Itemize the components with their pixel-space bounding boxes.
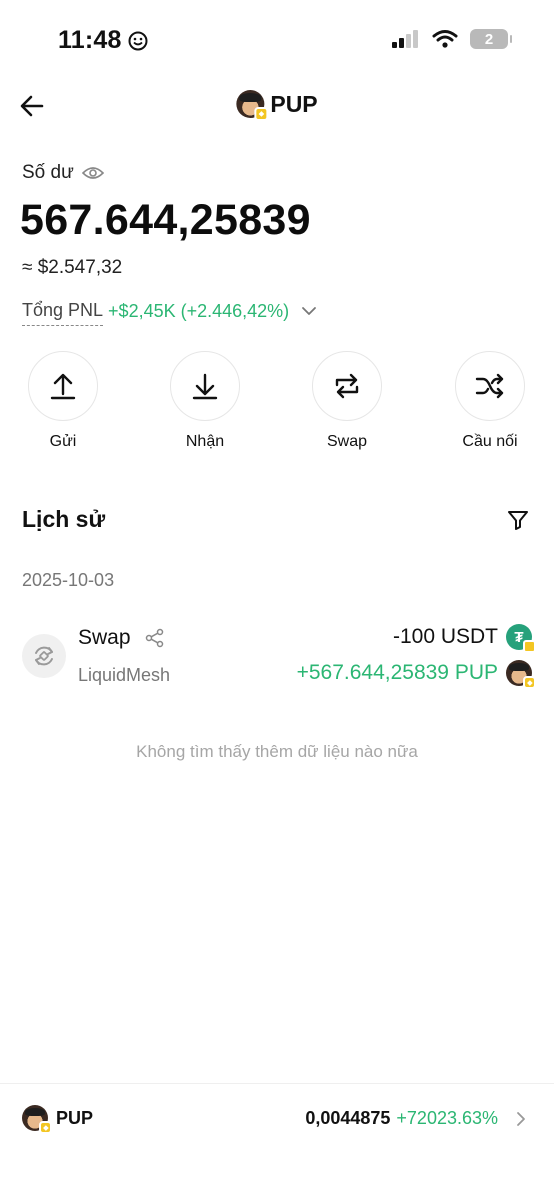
balance-label: Số dư [22, 162, 74, 183]
swap-button[interactable]: Swap [292, 351, 402, 451]
balance-usd: ≈ $2.547,32 [22, 257, 123, 278]
filter-icon[interactable] [506, 508, 530, 532]
token-title: PUP [236, 90, 318, 121]
chevron-right-icon[interactable] [514, 1111, 528, 1127]
bridge-label: Cầu nối [462, 433, 518, 450]
transaction-out: -100 USDT ₮ [392, 624, 536, 653]
swap-icon [335, 373, 359, 399]
swap-circle-icon [35, 646, 53, 666]
eye-icon[interactable] [81, 165, 104, 181]
history-date: 2025-10-03 [22, 570, 115, 590]
transaction-row[interactable]: Swap LiquidMesh -100 USDT ₮ +567.644,258… [0, 620, 554, 692]
clock-text: 11:48 [58, 26, 122, 54]
status-time: 11:48 [58, 26, 148, 55]
back-arrow-icon[interactable] [18, 92, 46, 120]
pup-token-icon [236, 90, 269, 121]
page-title: PUP [270, 90, 318, 117]
in-amount: +567.644,25839 PUP [296, 661, 498, 684]
battery-level: 2 [484, 30, 494, 48]
chain-badge-icon [523, 640, 536, 653]
send-label: Gửi [49, 433, 77, 450]
receive-button[interactable]: Nhận [150, 351, 260, 451]
bridge-circle[interactable] [455, 351, 525, 421]
out-amount: -100 USDT [392, 625, 498, 648]
balance-label-row: Số dư [22, 162, 104, 184]
no-more-data-text: Không tìm thấy thêm dữ liệu nào nữa [136, 742, 418, 761]
chain-badge-icon [523, 676, 536, 689]
bottom-price: 0,0044875 +72023.63% [305, 1108, 528, 1129]
chain-badge-icon [39, 1121, 52, 1134]
transaction-in: +567.644,25839 PUP [296, 660, 536, 689]
receive-circle[interactable] [170, 351, 240, 421]
status-indicators: 2 [392, 29, 512, 49]
receive-label: Nhận [185, 433, 225, 450]
bottom-price-bar[interactable]: PUP 0,0044875 +72023.63% [0, 1083, 554, 1200]
usdt-token-icon: ₮ [506, 624, 536, 653]
swap-circle[interactable] [312, 351, 382, 421]
signal-icon [392, 30, 418, 48]
bottom-token: PUP [22, 1105, 94, 1134]
top-bar: PUP [0, 88, 554, 124]
smiley-icon [128, 31, 148, 50]
pnl-row[interactable]: Tổng PNL +$2,45K (+2.446,42%) [22, 300, 317, 326]
bottom-token-name: PUP [56, 1107, 94, 1128]
pup-token-icon [506, 660, 536, 689]
pnl-value: +$2,45K (+2.446,42%) [108, 300, 290, 321]
wifi-icon [432, 30, 458, 48]
chain-badge-icon [254, 107, 269, 121]
pnl-label: Tổng PNL [22, 300, 104, 326]
token-price: 0,0044875 [305, 1108, 391, 1128]
transaction-provider: LiquidMesh [78, 665, 171, 685]
download-icon [192, 373, 218, 400]
battery-indicator: 2 [470, 29, 512, 49]
swap-transaction-icon [22, 634, 66, 678]
status-bar: 11:48 2 [0, 0, 554, 80]
pup-token-icon [22, 1105, 52, 1134]
balance-amount: 567.644,25839 [20, 196, 311, 244]
share-icon[interactable] [145, 628, 165, 648]
shuffle-icon [475, 373, 504, 399]
send-button[interactable]: Gửi [8, 351, 118, 451]
bridge-button[interactable]: Cầu nối [435, 351, 545, 451]
swap-label: Swap [326, 433, 368, 450]
chevron-down-icon[interactable] [301, 306, 317, 316]
history-title: Lịch sử [22, 506, 106, 532]
upload-icon [50, 373, 76, 400]
transaction-type: Swap [78, 626, 165, 650]
send-circle[interactable] [28, 351, 98, 421]
price-change: +72023.63% [396, 1108, 498, 1128]
transaction-type-label: Swap [78, 626, 131, 649]
